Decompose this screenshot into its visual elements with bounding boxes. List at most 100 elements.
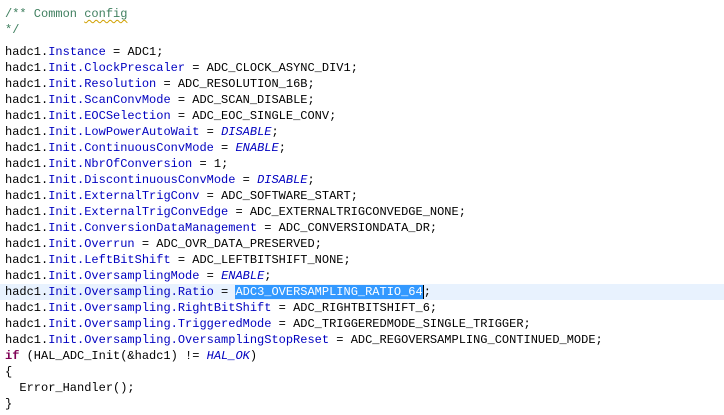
code-line-comment-close: */: [0, 22, 724, 38]
assign-operator: =: [199, 125, 222, 139]
code-line-assignment: hadc1.Init.Overrun = ADC_OVR_DATA_PRESER…: [0, 236, 724, 252]
assign-operator: =: [329, 333, 351, 347]
code-line-assignment: hadc1.Init.ClockPrescaler = ADC_CLOCK_AS…: [0, 60, 724, 76]
object-name: hadc1.: [5, 205, 49, 219]
object-name: hadc1.: [5, 173, 49, 187]
code-line-assignment: hadc1.Init.LowPowerAutoWait = DISABLE;: [0, 124, 724, 140]
statement-terminator: ;: [329, 109, 337, 123]
field-name: Init.ClockPrescaler: [48, 61, 186, 75]
assign-operator: =: [235, 173, 258, 187]
statement-terminator: ;: [221, 157, 229, 171]
field-name: Init.Oversampling.Ratio: [48, 285, 214, 299]
object-name: hadc1.: [5, 253, 49, 267]
field-name: Init.Resolution: [48, 77, 157, 91]
statement-terminator: ;: [350, 189, 358, 203]
selected-value[interactable]: ADC3_OVERSAMPLING_RATIO_64: [235, 285, 423, 299]
assign-operator: =: [271, 301, 294, 315]
statement-terminator: ;: [350, 61, 358, 75]
assigned-value: ADC_OVR_DATA_PRESERVED: [156, 237, 315, 251]
field-name: Init.Overrun: [48, 237, 135, 251]
object-name: hadc1.: [5, 109, 49, 123]
code-line-assignment: hadc1.Init.ContinuousConvMode = ENABLE;: [0, 140, 724, 156]
field-name: Init.Oversampling.OversamplingStopReset: [48, 333, 330, 347]
code-line-assignment: hadc1.Init.NbrOfConversion = 1;: [0, 156, 724, 172]
assign-operator: =: [271, 317, 294, 331]
assign-operator: =: [134, 237, 157, 251]
code-line-assignment: hadc1.Init.Oversampling.TriggeredMode = …: [0, 316, 724, 332]
statement-terminator: ;: [156, 45, 164, 59]
assign-operator: =: [170, 253, 193, 267]
field-name: Init.OversamplingMode: [48, 269, 200, 283]
brace-open: {: [5, 365, 13, 379]
hal-ok-constant: HAL_OK: [206, 349, 250, 363]
assign-operator: =: [185, 61, 207, 75]
statement-terminator: ;: [429, 221, 438, 235]
assigned-value: ADC_EXTERNALTRIGCONVEDGE_NONE: [249, 205, 459, 219]
code-line-assignment: hadc1.Instance = ADC1;: [0, 44, 724, 60]
assigned-value: DISABLE: [257, 173, 308, 187]
assign-operator: =: [192, 157, 214, 171]
code-line-assignment: hadc1.Init.EOCSelection = ADC_EOC_SINGLE…: [0, 108, 724, 124]
code-line-error-handler: Error_Handler();: [0, 380, 724, 396]
assigned-value: ADC_EOC_SINGLE_CONV: [192, 109, 330, 123]
statement-terminator: ;: [429, 301, 438, 315]
object-name: hadc1.: [5, 221, 49, 235]
object-name: hadc1.: [5, 77, 49, 91]
field-name: Instance: [48, 45, 106, 59]
statement-terminator: ;: [595, 333, 603, 347]
statement-terminator: ;: [271, 125, 279, 139]
field-name: Init.Oversampling.TriggeredMode: [48, 317, 272, 331]
assigned-value: ADC_REGOVERSAMPLING_CONTINUED_MODE: [350, 333, 596, 347]
code-line-brace-open: {: [0, 364, 724, 380]
code-line-assignment: hadc1.Init.Oversampling.OversamplingStop…: [0, 332, 724, 348]
code-line-assignment: hadc1.Init.ScanConvMode = ADC_SCAN_DISAB…: [0, 92, 724, 108]
assigned-value: ADC_LEFTBITSHIFT_NONE: [192, 253, 344, 267]
field-name: Init.LowPowerAutoWait: [48, 125, 200, 139]
field-name: Init.ContinuousConvMode: [48, 141, 214, 155]
statement-terminator: ;: [314, 237, 322, 251]
code-editor[interactable]: /** Common config */ hadc1.Instance = AD…: [0, 0, 724, 415]
field-name: Init.ExternalTrigConvEdge: [48, 205, 229, 219]
assigned-value: ADC_RESOLUTION_16B: [177, 77, 308, 91]
field-name: Init.EOCSelection: [48, 109, 171, 123]
field-name: Init.NbrOfConversion: [48, 157, 193, 171]
comment-close: */: [5, 23, 20, 37]
assign-operator: =: [199, 269, 222, 283]
assign-operator: =: [170, 109, 193, 123]
code-line-assignment: hadc1.Init.DiscontinuousConvMode = DISAB…: [0, 172, 724, 188]
assigned-value: ADC_SCAN_DISABLE: [192, 93, 308, 107]
statement-terminator: ;: [307, 93, 315, 107]
assign-operator: =: [156, 77, 178, 91]
statement-terminator: ;: [264, 269, 272, 283]
assigned-value: 1: [213, 157, 222, 171]
comment-word-config: config: [84, 7, 128, 21]
statement-terminator: ;: [423, 285, 431, 299]
comment-text: /** Common: [5, 7, 85, 21]
assigned-value: DISABLE: [221, 125, 272, 139]
object-name: hadc1.: [5, 237, 49, 251]
assignment-lines: hadc1.Instance = ADC1; hadc1.Init.ClockPr…: [0, 44, 724, 348]
field-name: Init.ScanConvMode: [48, 93, 171, 107]
assigned-value: ENABLE: [221, 269, 265, 283]
object-name: hadc1.: [5, 61, 49, 75]
assigned-value: ADC_CLOCK_ASYNC_DIV1: [206, 61, 351, 75]
field-name: Init.ConversionDataManagement: [48, 221, 258, 235]
assign-operator: =: [199, 189, 222, 203]
object-name: hadc1.: [5, 45, 49, 59]
object-name: hadc1.: [5, 141, 49, 155]
code-line-assignment: hadc1.Init.LeftBitShift = ADC_LEFTBITSHI…: [0, 252, 724, 268]
if-condition: (HAL_ADC_Init(&hadc1) !=: [19, 349, 207, 363]
code-line-assignment: hadc1.Init.ExternalTrigConv = ADC_SOFTWA…: [0, 188, 724, 204]
code-line-if: if (HAL_ADC_Init(&hadc1) != HAL_OK): [0, 348, 724, 364]
object-name: hadc1.: [5, 333, 49, 347]
code-line-comment-open: /** Common config: [0, 6, 724, 22]
assign-operator: =: [105, 45, 128, 59]
statement-terminator: ;: [307, 77, 315, 91]
assigned-value: ADC1: [127, 45, 157, 59]
assigned-value: ADC_TRIGGEREDMODE_SINGLE_TRIGGER: [293, 317, 524, 331]
if-close-paren: ): [249, 349, 258, 363]
object-name: hadc1.: [5, 157, 49, 171]
assign-operator: =: [170, 93, 193, 107]
statement-terminator: ;: [278, 141, 286, 155]
statement-terminator: ;: [307, 173, 315, 187]
